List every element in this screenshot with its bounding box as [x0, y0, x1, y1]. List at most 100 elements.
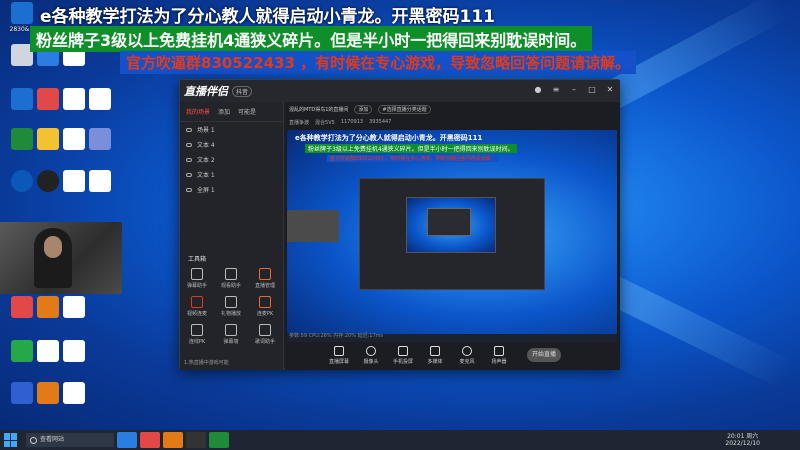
tool-icon: [259, 324, 271, 336]
tab-my-scenes[interactable]: 我的场景: [186, 107, 210, 116]
tab-other[interactable]: 可能是: [238, 107, 256, 116]
platform-tag: 抖音: [232, 85, 253, 97]
overlay-line-2: 粉丝牌子3级以上免费挂机4通狭义碎片。但是半小时一把得回来别耽误时间。: [30, 26, 593, 52]
preview-overlay-line-2: 粉丝牌子3级以上免费挂机4通狭义碎片。但是半小时一把得回来别耽误时间。: [305, 144, 517, 153]
media-button[interactable]: 多媒体: [421, 345, 449, 365]
menu-icon[interactable]: ≡: [550, 84, 562, 96]
taskbar-app-icon[interactable]: [209, 432, 229, 448]
tool-icon: [191, 296, 203, 308]
close-icon[interactable]: ✕: [604, 84, 616, 96]
preview-overlay-line-3: 官方吹逼群830522433 ，有时候在专心游戏，导致忽略回答问题请谅解。: [327, 155, 499, 162]
preview-nested-window-2: [427, 208, 471, 236]
speaker-icon: [494, 345, 504, 356]
tool-button[interactable]: 连麦PK: [250, 296, 280, 317]
overlay-line-1: e各种教学打法为了分心教人就得启动小青龙。开黑密码111: [40, 7, 496, 27]
left-panel: 我的场景 添加 可能是 场景 1 文本 4 文本 2 文本 1 全屏 1 工具箱…: [180, 102, 284, 370]
tool-button[interactable]: 歌词助手: [250, 324, 280, 345]
tool-icon: [225, 324, 237, 336]
taskbar: 查看网站 20:01 周六 2022/12/10: [0, 430, 800, 450]
room-add-chip[interactable]: 添加: [354, 104, 373, 114]
scene-tabs: 我的场景 添加 可能是: [180, 102, 283, 122]
taskbar-app-icon[interactable]: [186, 432, 206, 448]
tool-button[interactable]: 直播管理: [250, 268, 280, 289]
tool-icon: [225, 268, 237, 280]
clock-date: 2022/12/10: [725, 440, 760, 447]
desktop-icon[interactable]: [78, 170, 122, 192]
preview-nested-window: [359, 178, 545, 290]
stat-mode: 混合5V5: [315, 119, 335, 126]
room-topic-chip[interactable]: #选择直播分类话题: [378, 104, 431, 114]
taskbar-app-icon[interactable]: [117, 432, 137, 448]
desktop: 2830&# e各种教学打法为了分心教人就得启动小青龙。开黑密码111 粉丝牌子…: [0, 0, 800, 430]
speaker-button[interactable]: 扬声器: [485, 345, 513, 365]
scene-item[interactable]: 全屏 1: [180, 182, 283, 197]
stat-category: 直播争渡: [289, 119, 310, 126]
scene-item[interactable]: 文本 2: [180, 152, 283, 167]
microphone-icon: [462, 345, 472, 356]
windows-start-button[interactable]: [4, 433, 18, 447]
minimize-icon[interactable]: –: [568, 84, 580, 96]
room-bar: 混乱的MTD得鸟1的直播间 添加 #选择直播分类话题: [285, 102, 620, 116]
preview-nested-desktop: [406, 197, 496, 253]
scene-item[interactable]: 场景 1: [180, 122, 283, 137]
tool-icon: [191, 324, 203, 336]
media-icon: [430, 345, 440, 356]
phone-cast-button[interactable]: 手机投屏: [389, 345, 417, 365]
taskbar-app-icon[interactable]: [163, 432, 183, 448]
preview-webcam: [287, 210, 339, 242]
stat-room-id: 1170913: [340, 119, 364, 125]
preview-overlay-line-1: e各种教学打法为了分心教人就得启动小青龙。开黑密码111: [295, 134, 483, 142]
scene-item[interactable]: 文本 4: [180, 137, 283, 152]
desktop-icon[interactable]: [78, 128, 122, 150]
toolbox-title: 工具箱: [188, 256, 207, 263]
taskbar-app-icon[interactable]: [140, 432, 160, 448]
scene-item[interactable]: 文本 1: [180, 167, 283, 182]
left-footer-text: 1.热直播中游戏可能: [184, 360, 229, 366]
streaming-app-window: 直播伴侣 抖音 ● ≡ – □ ✕ 我的场景 添加 可能是 场景 1 文本 4 …: [179, 79, 620, 370]
start-live-button[interactable]: 开始直播: [527, 348, 561, 362]
stat-fans: 3935447: [369, 119, 392, 125]
camera-button[interactable]: 摄像头: [357, 345, 385, 365]
source-bar: 直播屏幕 摄像头 手机投屏 多媒体 麦克风 扬声器 开始直播: [285, 340, 620, 370]
tool-button[interactable]: 连线PK: [182, 324, 212, 345]
tool-button[interactable]: 弹幕助手: [182, 268, 212, 289]
microphone-button[interactable]: 麦克风: [453, 345, 481, 365]
phone-icon: [398, 345, 408, 356]
desktop-icon[interactable]: [52, 296, 96, 318]
maximize-icon[interactable]: □: [586, 84, 598, 96]
eye-icon[interactable]: [186, 187, 192, 192]
room-title: 混乱的MTD得鸟1的直播间: [289, 106, 349, 113]
app-title-bar: 直播伴侣 抖音 ● ≡ – □ ✕: [180, 80, 620, 102]
desktop-icon[interactable]: [78, 88, 122, 110]
app-logo: 直播伴侣: [184, 85, 228, 98]
tool-button[interactable]: 弹幕墙: [216, 324, 246, 345]
screen-capture-button[interactable]: 直播屏幕: [325, 345, 353, 365]
stream-preview[interactable]: e各种教学打法为了分心教人就得启动小青龙。开黑密码111 粉丝牌子3级以上免费挂…: [287, 130, 617, 342]
webcam-feed: [0, 222, 122, 294]
tool-button[interactable]: 视频连麦: [182, 296, 212, 317]
desktop-icon[interactable]: [52, 382, 96, 404]
system-clock[interactable]: 20:01 周六 2022/12/10: [725, 433, 760, 447]
tool-icon: [259, 296, 271, 308]
eye-icon[interactable]: [186, 127, 192, 132]
tool-icon: [259, 268, 271, 280]
main-area: 混乱的MTD得鸟1的直播间 添加 #选择直播分类话题 直播争渡 混合5V5 11…: [285, 102, 620, 370]
tool-icon: [225, 296, 237, 308]
eye-icon[interactable]: [186, 157, 192, 162]
tool-button[interactable]: 礼物播放: [216, 296, 246, 317]
eye-icon[interactable]: [186, 172, 192, 177]
clock-time: 20:01 周六: [727, 433, 759, 440]
notification-icon[interactable]: ●: [532, 84, 544, 96]
desktop-icon[interactable]: [52, 340, 96, 362]
eye-icon[interactable]: [186, 142, 192, 147]
tool-button[interactable]: 观看助手: [216, 268, 246, 289]
camera-icon: [366, 345, 376, 356]
overlay-line-3: 官方吹逼群830522433 ，有时候在专心游戏，导致忽略回答问题请谅解。: [120, 51, 637, 74]
streamer-face: [44, 236, 62, 258]
tool-icon: [191, 268, 203, 280]
window-controls: ● ≡ – □ ✕: [532, 84, 616, 96]
monitor-icon: [334, 345, 344, 356]
taskbar-search[interactable]: 查看网站: [26, 433, 114, 447]
tab-add[interactable]: 添加: [218, 107, 230, 116]
stat-bar: 直播争渡 混合5V5 1170913 3935447: [285, 116, 620, 128]
